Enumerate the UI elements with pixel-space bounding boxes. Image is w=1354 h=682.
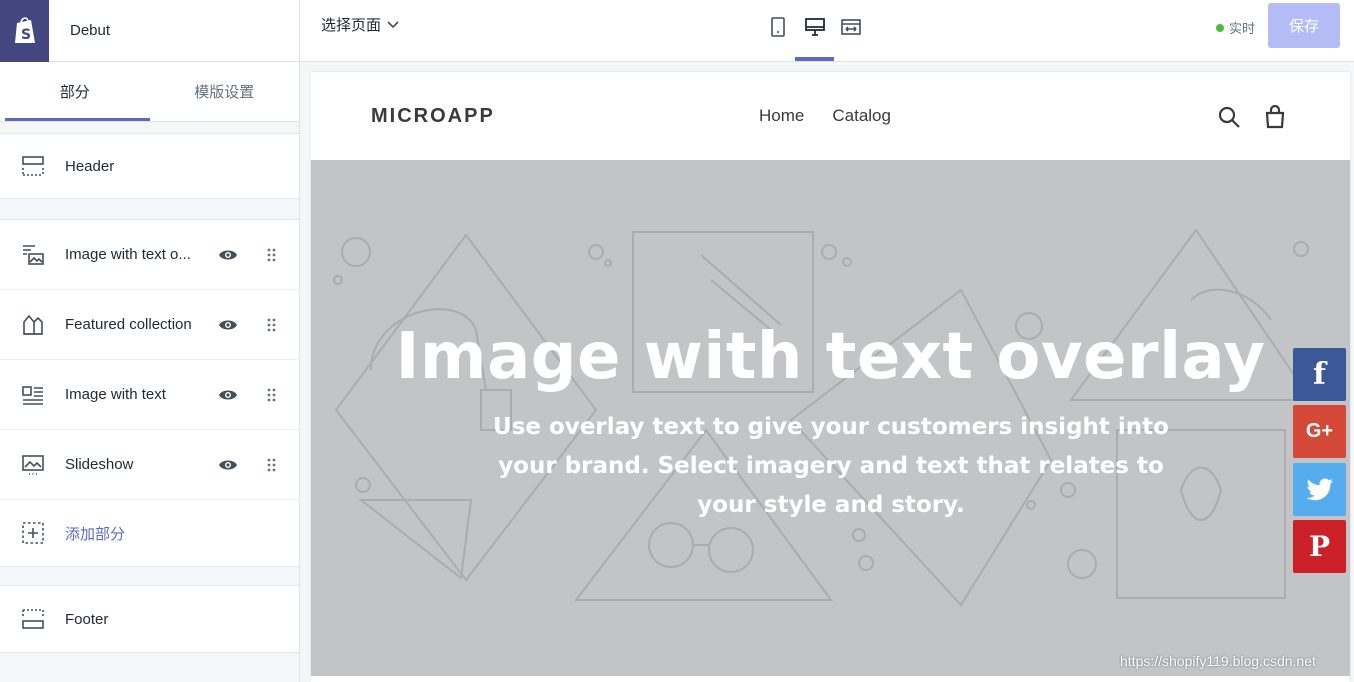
footer-card: Footer (0, 585, 299, 653)
sidebar-brand: S Debut (0, 0, 299, 62)
google-plus-icon: G+ (1305, 420, 1334, 442)
active-device-indicator (795, 57, 834, 61)
facebook-icon: f (1313, 357, 1326, 392)
theme-editor: S Debut 部分 模版设置 Header Image with text o… (0, 0, 1354, 682)
drag-handle-icon[interactable] (266, 317, 278, 333)
desktop-view-button[interactable] (802, 14, 828, 40)
store-nav: Home Catalog (759, 106, 891, 126)
sidebar: S Debut 部分 模版设置 Header Image with text o… (0, 0, 300, 682)
store-preview: MICROAPP Home Catalog Image with text ov… (311, 72, 1350, 682)
sidebar-item-slideshow[interactable]: Slideshow (0, 430, 299, 500)
tab-theme-settings[interactable]: 模版设置 (150, 62, 300, 121)
theme-name: Debut (70, 22, 111, 39)
drag-handle-icon[interactable] (266, 457, 278, 473)
facebook-share-button[interactable]: f (1293, 348, 1346, 401)
add-section-button[interactable]: 添加部分 (0, 500, 299, 566)
eye-icon[interactable] (217, 385, 239, 405)
drag-handle-icon[interactable] (266, 247, 278, 263)
sidebar-item-label: Footer (65, 610, 109, 628)
live-status: 实时 (1216, 18, 1255, 37)
mobile-icon (771, 17, 785, 37)
search-icon[interactable] (1217, 105, 1241, 129)
page-select-dropdown[interactable]: 选择页面 (321, 14, 399, 35)
drag-handle-icon[interactable] (266, 387, 278, 403)
sidebar-item-label: Header (65, 157, 115, 175)
pinterest-share-button[interactable]: P (1293, 520, 1346, 573)
page-select-label: 选择页面 (321, 17, 382, 34)
store-logo[interactable]: MICROAPP (371, 105, 495, 128)
hero-image-with-text-overlay[interactable]: Image with text overlay Use overlay text… (311, 160, 1350, 676)
image-text-icon (20, 382, 46, 408)
add-section-label: 添加部分 (65, 525, 126, 543)
sections-card: Image with text o... Featured collection (0, 219, 299, 567)
twitter-share-button[interactable] (1293, 463, 1346, 516)
sidebar-item-label: Featured collection (65, 316, 192, 333)
top-bar: 选择页面 实时 保存 (300, 0, 1354, 62)
cart-icon[interactable] (1263, 105, 1287, 129)
google-plus-share-button[interactable]: G+ (1293, 405, 1346, 458)
image-overlay-icon (20, 242, 46, 268)
sidebar-item-featured-collection[interactable]: Featured collection (0, 290, 299, 360)
nav-link-catalog[interactable]: Catalog (832, 106, 891, 126)
eye-icon[interactable] (217, 245, 239, 265)
header-card: Header (0, 133, 299, 199)
desktop-icon (805, 18, 825, 36)
collection-icon (20, 312, 46, 338)
chevron-down-icon (387, 20, 399, 28)
save-button[interactable]: 保存 (1268, 3, 1340, 48)
twitter-icon (1305, 478, 1333, 500)
eye-icon[interactable] (217, 315, 239, 335)
sidebar-item-header[interactable]: Header (0, 134, 299, 198)
footer-layout-icon (20, 606, 46, 632)
pinterest-icon: P (1308, 530, 1331, 563)
sidebar-tabs: 部分 模版设置 (0, 62, 299, 122)
nav-link-home[interactable]: Home (759, 106, 804, 126)
live-status-label: 实时 (1229, 21, 1256, 36)
fullscreen-icon (841, 19, 861, 35)
tab-sections[interactable]: 部分 (0, 62, 150, 121)
watermark: https://shopify119.blog.csdn.net (1120, 653, 1316, 669)
sidebar-item-label: Image with text o... (65, 246, 191, 263)
sidebar-item-image-with-text-overlay[interactable]: Image with text o... (0, 220, 299, 290)
sidebar-item-image-with-text[interactable]: Image with text (0, 360, 299, 430)
eye-icon[interactable] (217, 455, 239, 475)
svg-text:S: S (21, 27, 31, 43)
live-status-dot (1216, 23, 1224, 32)
sidebar-item-footer[interactable]: Footer (0, 586, 299, 652)
shopify-logo-icon[interactable]: S (0, 0, 49, 62)
mobile-view-button[interactable] (765, 14, 791, 40)
hero-text: Use overlay text to give your customers … (493, 414, 1169, 518)
header-layout-icon (20, 153, 46, 179)
hero-title: Image with text overlay (395, 320, 1266, 394)
add-section-icon (20, 520, 46, 546)
fullscreen-view-button[interactable] (838, 14, 864, 40)
store-header: MICROAPP Home Catalog (311, 72, 1350, 160)
sidebar-item-label: Slideshow (65, 456, 134, 473)
sidebar-item-label: Image with text (65, 386, 166, 403)
slideshow-icon (20, 452, 46, 478)
